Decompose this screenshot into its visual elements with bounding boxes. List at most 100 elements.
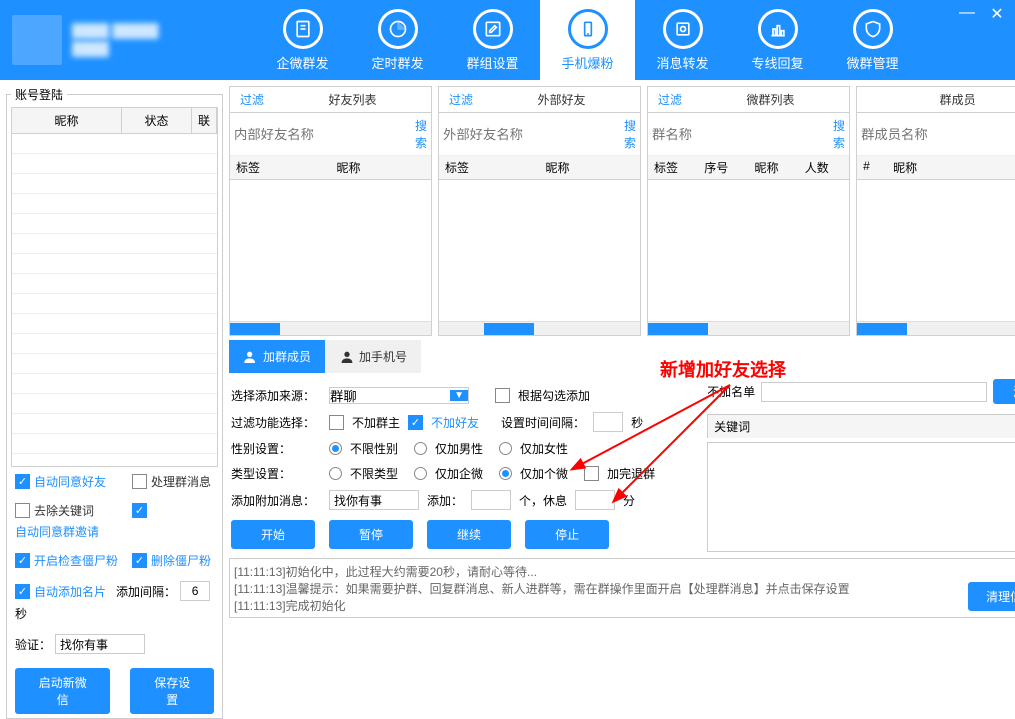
search-btn[interactable]: 搜索 [415,117,427,151]
verify-input[interactable] [55,634,145,654]
tab-add-phone[interactable]: 加手机号 [325,340,421,373]
blacklist-label: 不加名单 [707,383,755,400]
app-logo [12,15,62,65]
person-add-icon [243,349,259,365]
chk-auto-accept-friend[interactable]: ✓ [15,474,30,489]
scrollbar[interactable] [648,321,849,335]
chk-no-friend[interactable]: ✓ [408,415,423,430]
panel-groups: 过滤微群列表 搜索 标签序号昵称人数 [647,86,850,336]
account-table: 昵称 状态 联 [11,107,218,467]
chk-quit-after[interactable] [584,466,599,481]
verify-label: 验证： [15,636,51,653]
add-count-input[interactable] [471,490,511,510]
btn-pause[interactable]: 暂停 [329,520,413,549]
nav-tab-phone-fans[interactable]: 手机爆粉 [540,0,635,80]
chk-no-owner[interactable] [329,415,344,430]
log-line: [11:11:13]完成初始化 [234,597,1015,614]
btn-continue[interactable]: 继续 [427,520,511,549]
tab-filter[interactable]: 过滤 [439,87,483,112]
keyword-header: 关键词 [707,414,1015,438]
tab-members[interactable]: 群成员 [857,87,1015,112]
nav-tab-line-reply[interactable]: 专线回复 [730,0,825,80]
interval-input[interactable] [180,581,210,601]
logo-area: ████ █████████ [0,0,255,80]
log-line: [11:11:13]温馨提示：如果需要护群、回复群消息、新人进群等，需在群操作里… [234,580,1015,597]
chart-icon [758,9,798,49]
account-rows[interactable] [12,134,217,467]
search-internal[interactable] [234,127,411,142]
btn-save-settings[interactable]: 保存设置 [130,668,214,714]
pie-icon [378,9,418,49]
scrollbar[interactable] [230,321,431,335]
radio-gender-female[interactable] [499,442,512,455]
list-body[interactable] [230,180,431,335]
account-legend: 账号登陆 [11,86,67,103]
tab-group-list[interactable]: 微群列表 [692,87,849,112]
btn-stop[interactable]: 停止 [525,520,609,549]
radio-type-qiwei[interactable] [414,467,427,480]
edit-icon [473,9,513,49]
gender-label: 性别设置： [231,440,321,457]
type-label: 类型设置： [231,465,321,482]
chk-auto-accept-invite[interactable]: ✓ [132,503,147,518]
minimize-button[interactable]: — [957,4,977,24]
nav-tab-timed-mass[interactable]: 定时群发 [350,0,445,80]
nav-tab-group-settings[interactable]: 群组设置 [445,0,540,80]
nav-tab-msg-forward[interactable]: 消息转发 [635,0,730,80]
radio-gender-male[interactable] [414,442,427,455]
search-members[interactable] [861,127,1015,142]
tab-external[interactable]: 外部好友 [483,87,640,112]
search-btn[interactable]: 搜索 [624,117,636,151]
chk-delete-zombie[interactable]: ✓ [132,553,147,568]
tab-add-group-member[interactable]: 加群成员 [229,340,325,373]
msg-input[interactable] [329,490,419,510]
btn-clear-log[interactable]: 清理信息 [968,582,1015,611]
scrollbar[interactable] [857,321,1015,335]
time-interval-input[interactable] [593,412,623,432]
keyword-list[interactable] [707,442,1015,552]
list-body[interactable] [439,180,640,335]
col-tag: 标签 [648,156,698,179]
panel-external-friends: 过滤外部好友 搜索 标签昵称 [438,86,641,336]
chk-by-selection[interactable] [495,388,510,403]
scrollbar[interactable] [439,321,640,335]
nav-tabs: 企微群发 定时群发 群组设置 手机爆粉 消息转发 专线回复 微群管理 [255,0,920,80]
chk-check-zombie[interactable]: ✓ [15,553,30,568]
col-nick: 昵称 [749,156,799,179]
tab-filter[interactable]: 过滤 [230,87,274,112]
radio-gender-any[interactable] [329,442,342,455]
col-count: 人数 [799,156,849,179]
radio-type-gewei[interactable] [499,467,512,480]
list-body[interactable] [648,180,849,335]
chk-handle-group-msg[interactable] [132,474,147,489]
col-tag: 标签 [439,156,540,179]
search-btn[interactable]: 搜索 [833,117,845,151]
chevron-down-icon[interactable]: ▼ [450,390,468,401]
panel-members: 群成员 搜索 #昵称 [856,86,1015,336]
col-tag: 标签 [230,156,331,179]
btn-add-blacklist[interactable]: 添加 [993,379,1015,404]
search-group[interactable] [652,127,829,142]
close-button[interactable]: ✕ [987,4,1007,24]
tab-friend-list[interactable]: 好友列表 [274,87,431,112]
callout-annotation: 新增加好友选择 [660,356,786,382]
interval-label: 添加间隔： [116,583,176,600]
chk-auto-add-card[interactable]: ✓ [15,584,30,599]
blacklist-input[interactable] [761,382,987,402]
nav-tab-qiwei-mass[interactable]: 企微群发 [255,0,350,80]
col-nick: 昵称 [331,156,432,179]
app-name: ████ █████████ [72,22,159,58]
chk-remove-keyword[interactable] [15,503,30,518]
search-external[interactable] [443,127,620,142]
list-body[interactable] [857,180,1015,335]
col-seq: 序号 [698,156,748,179]
source-dropdown[interactable]: ▼ [329,387,469,404]
nav-tab-group-manage[interactable]: 微群管理 [825,0,920,80]
rest-input[interactable] [575,490,615,510]
tab-filter[interactable]: 过滤 [648,87,692,112]
radio-type-any[interactable] [329,467,342,480]
window-controls: — ✕ [957,4,1007,24]
add-count-label: 添加： [427,492,463,509]
btn-start-wechat[interactable]: 启动新微信 [15,668,110,714]
btn-start[interactable]: 开始 [231,520,315,549]
